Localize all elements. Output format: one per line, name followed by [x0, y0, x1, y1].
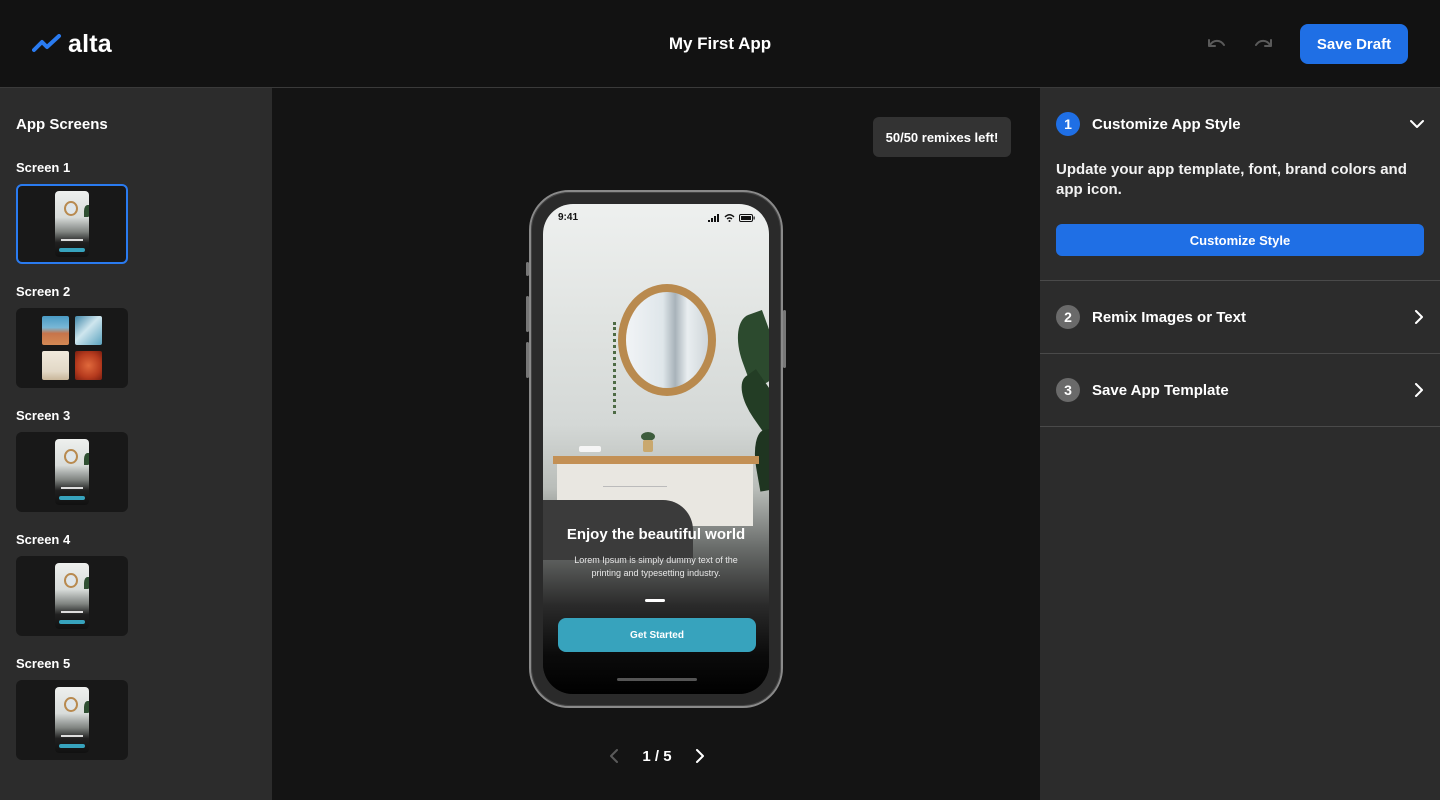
step-title: Remix Images or Text — [1092, 308, 1246, 326]
screen-item-1: Screen 1 — [16, 158, 256, 264]
screen-label: Screen 2 — [16, 284, 71, 299]
battery-icon — [739, 214, 755, 222]
undo-icon — [1208, 39, 1225, 47]
preview-canvas: 50/50 remixes left! 9:41 Enjoy the beaut… — [272, 88, 1040, 800]
screen-label: Screen 1 — [16, 160, 71, 175]
screen-item-5: Screen 5 — [16, 654, 256, 760]
prev-screen-button[interactable] — [602, 744, 626, 768]
phone-mockup: 9:41 Enjoy the beautiful world Lorem Ips… — [526, 190, 786, 708]
status-icons — [708, 214, 755, 222]
chevron-down-icon — [1410, 120, 1424, 128]
screen-label: Screen 5 — [16, 656, 71, 671]
customize-style-button[interactable]: Customize Style — [1056, 224, 1424, 256]
thumbnail-preview — [55, 687, 89, 753]
chevron-right-icon — [1415, 310, 1423, 324]
screen-thumbnail-4[interactable] — [16, 556, 128, 636]
mirror-image — [618, 284, 716, 396]
screen-pager: 1 / 5 — [602, 744, 712, 768]
thumbnail-preview — [55, 563, 89, 629]
chevron-right-icon — [696, 749, 704, 763]
step-number: 1 — [1056, 112, 1080, 136]
step-number: 3 — [1056, 378, 1080, 402]
app-screens-sidebar: App Screens Screen 1 Screen 2 Screen 3 S… — [0, 88, 272, 800]
steps-panel: 1 Customize App Style Update your app te… — [1040, 88, 1440, 800]
screen-item-4: Screen 4 — [16, 530, 256, 636]
page-indicator — [645, 599, 665, 602]
screen-thumbnail-5[interactable] — [16, 680, 128, 760]
phone-volume-up — [526, 296, 529, 332]
step-title: Customize App Style — [1092, 115, 1241, 133]
chevron-right-icon — [1415, 383, 1423, 397]
next-screen-button[interactable] — [688, 744, 712, 768]
screen-item-2: Screen 2 — [16, 282, 256, 388]
get-started-button[interactable]: Get Started — [558, 618, 756, 652]
step-customize-style: 1 Customize App Style Update your app te… — [1040, 88, 1440, 281]
thumbnail-preview — [55, 191, 89, 257]
thumbnail-preview — [42, 316, 102, 380]
step-title: Save App Template — [1092, 381, 1229, 399]
home-indicator — [617, 678, 697, 681]
wifi-icon — [724, 214, 735, 222]
status-time: 9:41 — [558, 212, 579, 223]
screen-thumbnail-3[interactable] — [16, 432, 128, 512]
phone-screen: 9:41 Enjoy the beautiful world Lorem Ips… — [543, 204, 769, 694]
save-draft-button[interactable]: Save Draft — [1300, 24, 1408, 64]
step-header-2[interactable]: 2 Remix Images or Text — [1056, 305, 1424, 329]
screen-thumbnail-2[interactable] — [16, 308, 128, 388]
screen-thumbnail-1[interactable] — [16, 184, 128, 264]
sidebar-title: App Screens — [16, 116, 108, 133]
onboarding-body: Lorem Ipsum is simply dummy text of the … — [574, 555, 738, 578]
redo-icon — [1255, 39, 1272, 47]
undo-button[interactable] — [1204, 32, 1228, 56]
step-save-template: 3 Save App Template — [1040, 354, 1440, 427]
phone-power-button — [783, 310, 786, 368]
phone-mute-switch — [526, 262, 529, 276]
chevron-left-icon — [610, 749, 618, 763]
thumbnail-preview — [55, 439, 89, 505]
phone-volume-down — [526, 342, 529, 378]
step-remix: 2 Remix Images or Text — [1040, 281, 1440, 354]
onboarding-heading: Enjoy the beautiful world — [566, 526, 746, 543]
step-header-3[interactable]: 3 Save App Template — [1056, 378, 1424, 402]
screen-label: Screen 4 — [16, 532, 71, 547]
redo-button[interactable] — [1252, 32, 1276, 56]
signal-icon — [708, 214, 719, 222]
step-header-1[interactable]: 1 Customize App Style — [1056, 112, 1424, 136]
remixes-left-badge: 50/50 remixes left! — [873, 117, 1011, 157]
page-counter: 1 / 5 — [642, 747, 672, 765]
step-number: 2 — [1056, 305, 1080, 329]
step-description: Update your app template, font, brand co… — [1056, 161, 1407, 198]
screen-item-3: Screen 3 — [16, 406, 256, 512]
screen-label: Screen 3 — [16, 408, 71, 423]
top-bar: alta My First App Save Draft — [0, 0, 1440, 88]
